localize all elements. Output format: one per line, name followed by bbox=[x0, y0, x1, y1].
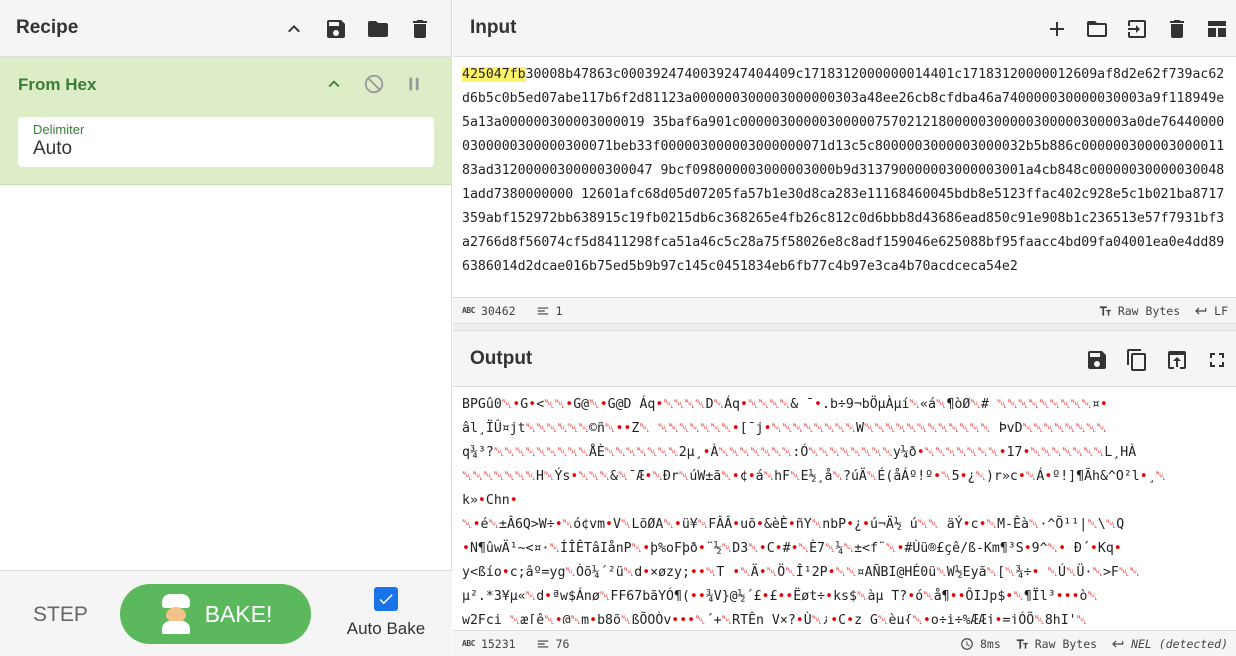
input-title: Input bbox=[470, 17, 517, 38]
step-button[interactable]: STEP bbox=[33, 603, 88, 627]
input-length: 30462 bbox=[480, 303, 516, 318]
input-header: Input bbox=[453, 0, 1236, 57]
output-line: w2Fci ␀æ[ê␀•@␀m•þ8õ␀ßÕOÒv•••␀´+␀RTÊn_V×?… bbox=[462, 613, 1088, 624]
chevron-up-icon[interactable] bbox=[321, 71, 347, 97]
recipe-title: Recipe bbox=[16, 17, 79, 38]
lines-icon bbox=[537, 640, 548, 647]
auto-bake-label: Auto Bake bbox=[346, 619, 426, 638]
trash-icon[interactable] bbox=[407, 16, 433, 42]
recipe-controls: STEP BAKE! Auto Bake bbox=[0, 570, 452, 656]
plus-icon[interactable] bbox=[1044, 16, 1070, 42]
operation-name: From Hex bbox=[18, 75, 97, 94]
bake-label: BAKE! bbox=[204, 600, 273, 627]
delimiter-field[interactable]: Delimiter Auto bbox=[18, 117, 434, 167]
delimiter-value[interactable]: Auto bbox=[33, 138, 419, 160]
input-status-bar: ABC 30462 1 Raw Bytes LF bbox=[453, 297, 1236, 323]
output-title: Output bbox=[470, 347, 533, 369]
output-text[interactable]: BPGû0␀•G•<␀␀•G@␀•G@D Áq•␀␀␀␀D␀Áq•␀␀␀␀& ¯… bbox=[453, 387, 1236, 624]
replace-input-icon[interactable] bbox=[1164, 347, 1190, 373]
return-icon bbox=[1112, 640, 1124, 648]
pane-divider[interactable] bbox=[453, 323, 1236, 331]
output-line: ␀␀␀␀␀␀␀H␀Ýs•␀␀␀&␀¯Æ•␀Ðr␀úW±ã␀•¢•á␀hF␀E½¸… bbox=[462, 469, 1167, 484]
save-icon[interactable] bbox=[323, 16, 349, 42]
layout-icon[interactable] bbox=[1204, 16, 1230, 42]
input-highlight: 425047fb bbox=[462, 67, 526, 82]
output-line: k»•Chn• bbox=[462, 493, 518, 508]
pause-icon[interactable] bbox=[401, 71, 427, 97]
chevron-up-icon[interactable] bbox=[281, 16, 307, 42]
bake-button[interactable]: BAKE! bbox=[120, 584, 311, 644]
return-icon bbox=[1195, 307, 1207, 315]
recipe-header: Recipe bbox=[0, 0, 451, 57]
open-folder-icon[interactable] bbox=[1084, 16, 1110, 42]
output-line: q¾³?␀␀␀␀␀␀␀␀␀ÅÈ␀␀␀␀␀␀␀2µ¸•À␀␀␀␀␀␀␀:Ó␀␀␀␀… bbox=[462, 445, 1137, 460]
disable-icon[interactable] bbox=[361, 71, 387, 97]
copy-icon[interactable] bbox=[1124, 347, 1150, 373]
lines-icon bbox=[537, 307, 548, 314]
output-line: y<ßío•c;âº=yg␀Òõ¼´²ü␀d•×øzy;••␀T •␀Ä•␀Ö␀… bbox=[462, 565, 1140, 580]
maximize-icon[interactable] bbox=[1204, 347, 1230, 373]
io-pane: Input 425047fb30008b47863c00039247400392… bbox=[453, 0, 1236, 656]
recipe-pane: Recipe From Hex Delimiter Auto STEP BAKE… bbox=[0, 0, 452, 656]
output-line: ␀•é␀±Â6Q>W÷•␀ó¢vm•V␀LõØA␀•ü¥␀FÂÂ•uõ•&èÈ•… bbox=[462, 517, 1125, 532]
output-header: Output bbox=[453, 331, 1236, 387]
output-length: 15231 bbox=[480, 636, 516, 651]
abc-icon: ABC bbox=[462, 639, 475, 648]
bake-time: 8ms bbox=[979, 637, 1001, 651]
text-icon bbox=[1016, 639, 1028, 649]
output-status-bar: ABC 15231 76 8ms Raw Bytes NEL (detected) bbox=[453, 630, 1236, 656]
output-line: µ².*3¥µ«␀d•ªw$Ánø␀FF67bãYÓ¶(••¾V}@½´£•£•… bbox=[462, 589, 1098, 604]
trash-icon[interactable] bbox=[1164, 16, 1190, 42]
auto-bake-toggle[interactable]: Auto Bake bbox=[345, 587, 427, 639]
operation-from-hex[interactable]: From Hex Delimiter Auto bbox=[0, 57, 451, 185]
input-file-icon[interactable] bbox=[1124, 16, 1150, 42]
output-lines: 76 bbox=[555, 636, 570, 651]
folder-icon[interactable] bbox=[365, 16, 391, 42]
output-chr-enc[interactable]: Raw Bytes bbox=[1015, 637, 1097, 651]
text-icon bbox=[1099, 306, 1111, 316]
output-line: •N¶ûwÄ¹~<¤·␀ÍÎÊTâIånP␀•þ%oFþð•¨½␀D3␀•C•#… bbox=[462, 541, 1122, 556]
input-lines: 1 bbox=[555, 303, 563, 318]
output-line: âl¸ÏÛ¤jt␀␀␀␀␀␀©ñ␀••Z␀ ␀␀␀␀␀␀␀•[¯j•␀␀␀␀␀␀… bbox=[462, 421, 1108, 436]
checkbox-checked-icon[interactable] bbox=[374, 587, 398, 611]
output-eol[interactable]: NEL (detected) bbox=[1111, 637, 1228, 651]
save-icon[interactable] bbox=[1084, 347, 1110, 373]
abc-icon: ABC bbox=[462, 306, 475, 315]
clock-icon bbox=[961, 638, 973, 650]
chef-icon bbox=[159, 594, 193, 634]
output-line: BPGû0␀•G•<␀␀•G@␀•G@D Áq•␀␀␀␀D␀Áq•␀␀␀␀& ¯… bbox=[462, 397, 1108, 412]
input-text: 30008b47863c0003924740039247404409c17183… bbox=[462, 67, 1225, 274]
delimiter-label: Delimiter bbox=[33, 122, 85, 137]
input-textarea[interactable]: 425047fb30008b47863c00039247400392474044… bbox=[453, 57, 1236, 297]
input-eol[interactable]: LF bbox=[1194, 304, 1228, 318]
input-chr-enc[interactable]: Raw Bytes bbox=[1098, 304, 1180, 318]
